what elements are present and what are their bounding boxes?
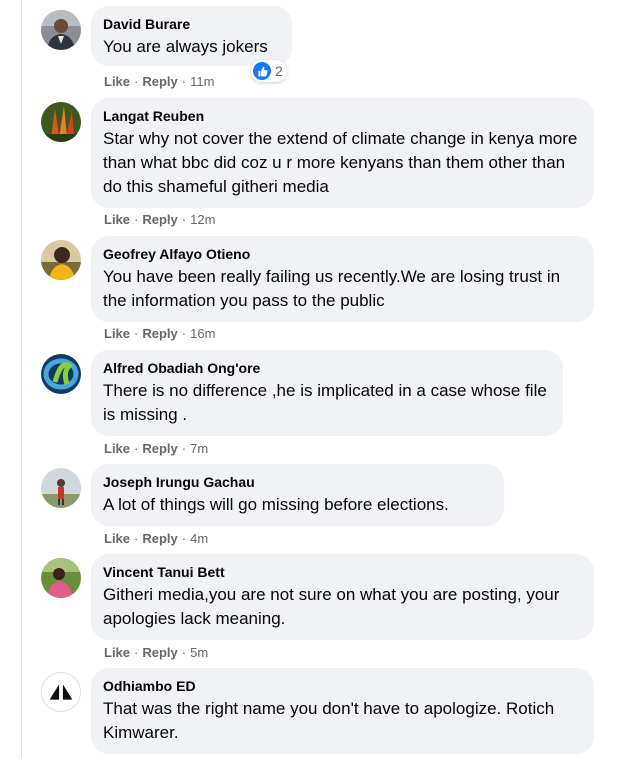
comment: Odhiambo ED That was the right name you … xyxy=(0,668,637,758)
like-link[interactable]: Like xyxy=(104,212,130,227)
separator: · xyxy=(134,326,139,341)
comment-actions: Like · Reply · 4m xyxy=(104,531,208,547)
reply-link[interactable]: Reply xyxy=(142,441,177,456)
comment: David Burare You are always jokers 2 Lik… xyxy=(0,6,637,92)
reply-link[interactable]: Reply xyxy=(142,74,177,89)
avatar[interactable] xyxy=(41,240,81,280)
comment-actions: Like · Reply · 12m xyxy=(104,212,215,228)
like-link[interactable]: Like xyxy=(104,326,130,341)
comment-text: There is no difference ,he is implicated… xyxy=(103,381,547,424)
separator: · xyxy=(134,212,139,227)
comment: Alfred Obadiah Ong'ore There is no diffe… xyxy=(0,350,637,458)
comment-bubble: David Burare You are always jokers xyxy=(91,6,292,66)
reply-link[interactable]: Reply xyxy=(142,212,177,227)
comment: Langat Reuben Star why not cover the ext… xyxy=(0,98,637,230)
like-link[interactable]: Like xyxy=(104,645,130,660)
comment-actions: Like · Reply · 11m xyxy=(104,74,214,90)
separator: · xyxy=(134,531,139,546)
separator: · xyxy=(181,74,187,89)
comment-bubble: Odhiambo ED That was the right name you … xyxy=(91,668,594,754)
timestamp[interactable]: 12m xyxy=(190,212,215,227)
reactions-summary[interactable]: 2 xyxy=(251,60,287,82)
timestamp[interactable]: 5m xyxy=(190,645,208,660)
avatar[interactable] xyxy=(41,10,81,50)
comment-author[interactable]: Joseph Irungu Gachau xyxy=(103,474,492,491)
comment-actions: Like · Reply · 7m xyxy=(104,441,208,457)
comment-text: Githeri media,you are not sure on what y… xyxy=(103,585,560,628)
separator: · xyxy=(134,441,139,456)
comment-text: A lot of things will go missing before e… xyxy=(103,495,449,514)
like-link[interactable]: Like xyxy=(104,74,130,89)
comment-text: Star why not cover the extend of climate… xyxy=(103,129,578,196)
timestamp[interactable]: 4m xyxy=(190,531,208,546)
like-link[interactable]: Like xyxy=(104,441,130,456)
comment-bubble: Geofrey Alfayo Otieno You have been real… xyxy=(91,236,594,322)
avatar[interactable] xyxy=(41,102,81,142)
comment-text: You are always jokers xyxy=(103,37,268,56)
comment-author[interactable]: Alfred Obadiah Ong'ore xyxy=(103,360,551,377)
timestamp[interactable]: 7m xyxy=(190,441,208,456)
reply-link[interactable]: Reply xyxy=(142,531,177,546)
comment-bubble: Joseph Irungu Gachau A lot of things wil… xyxy=(91,464,504,526)
comment-bubble: Vincent Tanui Bett Githeri media,you are… xyxy=(91,554,594,640)
separator: · xyxy=(181,645,187,660)
comment-bubble: Langat Reuben Star why not cover the ext… xyxy=(91,98,594,208)
avatar[interactable] xyxy=(41,558,81,598)
comment-author[interactable]: Langat Reuben xyxy=(103,108,582,125)
comment-author[interactable]: Odhiambo ED xyxy=(103,678,582,695)
separator: · xyxy=(181,531,187,546)
reply-link[interactable]: Reply xyxy=(142,326,177,341)
separator: · xyxy=(181,441,187,456)
comment-author[interactable]: David Burare xyxy=(103,16,280,33)
comment-author[interactable]: Vincent Tanui Bett xyxy=(103,564,582,581)
reaction-count: 2 xyxy=(275,63,283,79)
like-reaction-icon xyxy=(253,62,271,80)
comment-text: You have been really failing us recently… xyxy=(103,267,561,310)
comment-author[interactable]: Geofrey Alfayo Otieno xyxy=(103,246,582,263)
comment: Vincent Tanui Bett Githeri media,you are… xyxy=(0,554,637,662)
comment-bubble: Alfred Obadiah Ong'ore There is no diffe… xyxy=(91,350,563,436)
separator: · xyxy=(181,326,187,341)
avatar[interactable] xyxy=(41,468,81,508)
reply-link[interactable]: Reply xyxy=(142,645,177,660)
separator: · xyxy=(181,212,187,227)
separator: · xyxy=(134,74,139,89)
timestamp[interactable]: 11m xyxy=(190,74,214,89)
timestamp[interactable]: 16m xyxy=(190,326,215,341)
comment-text: That was the right name you don't have t… xyxy=(103,699,555,742)
avatar[interactable] xyxy=(41,672,81,712)
comment-actions: Like · Reply · 16m xyxy=(104,326,215,342)
avatar[interactable] xyxy=(41,354,81,394)
comment: Joseph Irungu Gachau A lot of things wil… xyxy=(0,464,637,548)
separator: · xyxy=(134,645,139,660)
like-link[interactable]: Like xyxy=(104,531,130,546)
comment: Geofrey Alfayo Otieno You have been real… xyxy=(0,236,637,344)
comment-actions: Like · Reply · 5m xyxy=(104,645,208,661)
